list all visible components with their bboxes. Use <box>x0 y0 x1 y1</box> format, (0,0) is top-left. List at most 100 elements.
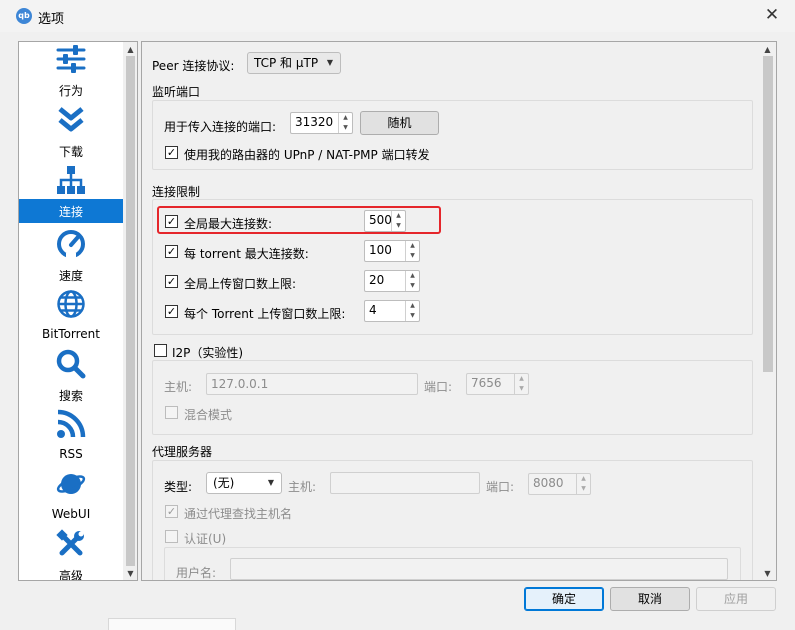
window-title: 选项 <box>38 12 65 27</box>
per-torrent-upload-slots-spinbox[interactable]: 4 ▲ ▼ <box>364 300 420 322</box>
spin-arrows-icon[interactable]: ▲ ▼ <box>391 211 405 231</box>
listen-port-title: 监听端口 <box>152 85 201 99</box>
sidebar-item-label: 速度 <box>58 269 83 283</box>
i2p-host-input[interactable]: 127.0.0.1 <box>206 373 418 395</box>
per-torrent-upload-slots-checkbox[interactable]: ✓ <box>165 305 178 318</box>
proxy-username-input[interactable] <box>230 558 728 580</box>
global-max-connections-spinbox[interactable]: 500 ▲ ▼ <box>364 210 406 232</box>
i2p-mixed-mode-label: 混合模式 <box>184 408 233 422</box>
proxy-port-label: 端口: <box>486 480 515 494</box>
i2p-mixed-mode-checkbox[interactable] <box>165 406 178 419</box>
connection-settings-panel: Peer 连接协议: TCP 和 µTP ▼ 监听端口 用于传入连接的端口: 3… <box>141 41 777 581</box>
protocol-value: TCP 和 µTP <box>254 56 319 70</box>
background-tab <box>108 618 236 630</box>
spin-arrows-icon[interactable]: ▲ ▼ <box>576 474 590 494</box>
sliders-icon <box>56 45 86 73</box>
spin-value: 100 <box>369 243 392 257</box>
rss-icon <box>57 409 86 438</box>
sidebar-item-rss[interactable]: RSS <box>19 406 123 466</box>
upnp-label: 使用我的路由器的 UPnP / NAT-PMP 端口转发 <box>184 148 430 162</box>
sidebar-item-label: 行为 <box>58 84 83 98</box>
sidebar-item-bittorrent[interactable]: BitTorrent <box>19 286 123 346</box>
sidebar-item-webui[interactable]: WebUI <box>19 466 123 526</box>
sidebar-item-connection[interactable]: 连接 <box>19 199 123 223</box>
sidebar-item-label: BitTorrent <box>42 327 100 341</box>
upnp-checkbox[interactable]: ✓ <box>165 146 178 159</box>
i2p-checkbox[interactable] <box>154 344 167 357</box>
scrollbar-thumb[interactable] <box>763 56 773 372</box>
proxy-auth-checkbox[interactable] <box>165 530 178 543</box>
i2p-host-label: 主机: <box>164 380 193 394</box>
scroll-up-icon[interactable]: ▲ <box>760 43 775 56</box>
chevron-down-icon: ▼ <box>326 58 333 67</box>
sidebar-scrollbar[interactable]: ▲ ▼ <box>123 42 137 580</box>
protocol-select[interactable]: TCP 和 µTP ▼ <box>247 52 341 74</box>
port-label: 用于传入连接的端口: <box>164 120 277 134</box>
global-upload-slots-checkbox[interactable]: ✓ <box>165 275 178 288</box>
spin-value: 8080 <box>533 476 564 490</box>
sidebar-item-label: RSS <box>59 447 83 461</box>
proxy-type-select[interactable]: (无) ▼ <box>206 472 282 494</box>
scrollbar-thumb[interactable] <box>126 56 135 566</box>
sidebar-item-advanced[interactable]: 高级 <box>19 526 123 581</box>
global-upload-slots-label: 全局上传窗口数上限: <box>184 277 297 291</box>
proxy-host-label: 主机: <box>288 480 317 494</box>
spin-value: 500 <box>369 213 392 227</box>
main-scrollbar[interactable]: ▲ ▼ <box>760 42 776 580</box>
magnifier-icon <box>56 349 86 379</box>
spin-value: 7656 <box>471 376 502 390</box>
port-value: 31320 <box>295 115 334 129</box>
limits-title: 连接限制 <box>152 185 201 199</box>
i2p-port-label: 端口: <box>424 380 453 394</box>
proxy-host-input[interactable] <box>330 472 480 494</box>
i2p-title: I2P（实验性) <box>172 346 244 360</box>
sidebar-item-speed[interactable]: 速度 <box>19 226 123 286</box>
proxy-type-value: (无) <box>213 476 235 490</box>
spin-arrows-icon[interactable]: ▲ ▼ <box>405 241 419 261</box>
global-upload-slots-spinbox[interactable]: 20 ▲ ▼ <box>364 270 420 292</box>
cancel-button[interactable]: 取消 <box>610 587 690 611</box>
planet-icon <box>56 474 86 494</box>
spin-value: 20 <box>369 273 385 287</box>
sidebar-item-label: 连接 <box>58 205 83 219</box>
network-icon <box>57 166 85 194</box>
per-torrent-connections-spinbox[interactable]: 100 ▲ ▼ <box>364 240 420 262</box>
scroll-down-icon[interactable]: ▼ <box>123 567 137 580</box>
spin-arrows-icon[interactable]: ▲ ▼ <box>514 374 528 394</box>
sidebar-item-label: WebUI <box>51 507 91 521</box>
sidebar-item-downloads[interactable]: 下载 <box>19 102 123 162</box>
port-spinbox[interactable]: 31320 ▲ ▼ <box>290 112 353 134</box>
scroll-up-icon[interactable]: ▲ <box>123 43 137 56</box>
title-bar: qb 选项 ✕ <box>0 0 795 32</box>
background-window-edge <box>0 614 795 630</box>
sidebar: 行为 下载 连接 速度 BitTorrent 搜索 RSS WebUI 高级 ▲… <box>18 41 138 581</box>
ok-button[interactable]: 确定 <box>524 587 604 611</box>
i2p-port-spinbox[interactable]: 7656 ▲ ▼ <box>466 373 529 395</box>
close-icon[interactable]: ✕ <box>764 6 780 24</box>
proxy-type-label: 类型: <box>164 480 193 494</box>
scroll-down-icon[interactable]: ▼ <box>760 567 775 580</box>
spin-value: 4 <box>369 303 377 317</box>
chevron-down-icon: ▼ <box>267 478 274 487</box>
sidebar-item-label: 搜索 <box>58 389 83 403</box>
proxy-title: 代理服务器 <box>152 445 213 459</box>
spin-arrows-icon[interactable]: ▲ ▼ <box>405 301 419 321</box>
sidebar-item-label: 高级 <box>58 569 83 581</box>
random-port-button[interactable]: 随机 <box>360 111 439 135</box>
proxy-port-spinbox[interactable]: 8080 ▲ ▼ <box>528 473 591 495</box>
proxy-lookup-label: 通过代理查找主机名 <box>184 507 293 521</box>
app-icon: qb <box>16 8 32 24</box>
i2p-group <box>152 360 753 435</box>
tools-icon <box>56 529 84 556</box>
spin-arrows-icon[interactable]: ▲ ▼ <box>338 113 352 133</box>
spin-arrows-icon[interactable]: ▲ ▼ <box>405 271 419 291</box>
double-chevron-down-icon <box>58 107 84 132</box>
globe-icon <box>57 290 85 318</box>
proxy-auth-label: 认证(U) <box>184 532 227 546</box>
global-max-connections-checkbox[interactable]: ✓ <box>165 215 178 228</box>
apply-button[interactable]: 应用 <box>696 587 776 611</box>
sidebar-item-search[interactable]: 搜索 <box>19 346 123 406</box>
per-torrent-connections-checkbox[interactable]: ✓ <box>165 245 178 258</box>
sidebar-item-behavior[interactable]: 行为 <box>19 42 123 102</box>
proxy-lookup-checkbox[interactable]: ✓ <box>165 505 178 518</box>
